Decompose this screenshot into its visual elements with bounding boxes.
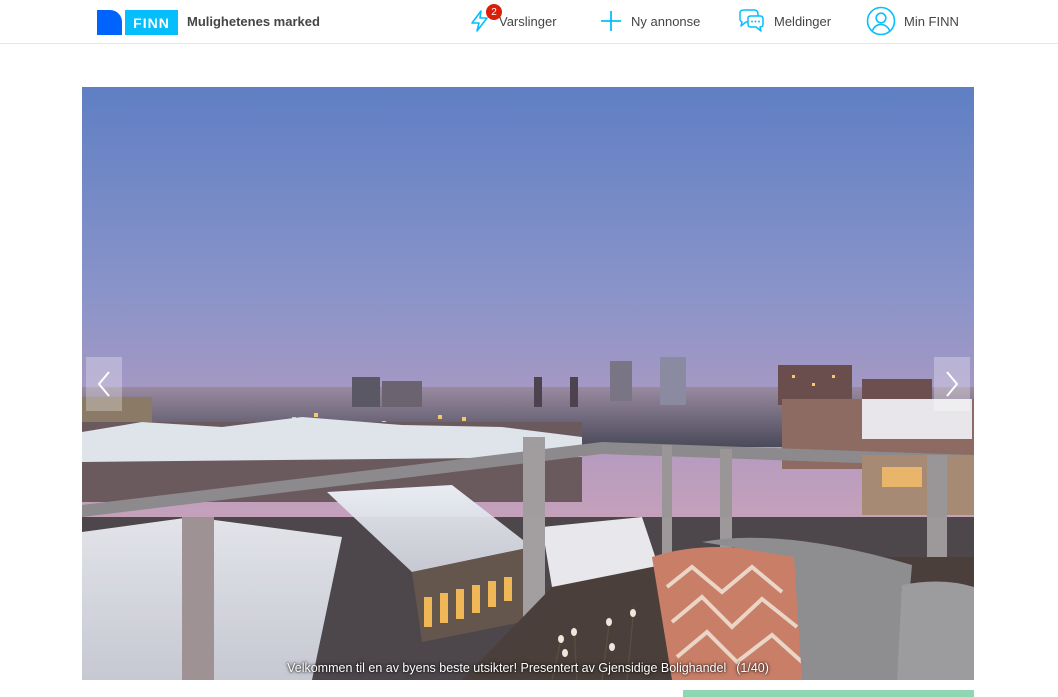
nav-account-label: Min FINN [904, 13, 959, 29]
nav-new-ad[interactable]: Ny annonse [599, 6, 700, 36]
contact-button-edge[interactable] [683, 690, 974, 697]
plus-icon [599, 9, 623, 33]
nav-messages[interactable]: Meldinger [736, 6, 831, 36]
image-counter: (1/40) [736, 661, 769, 675]
lightning-icon: 2 [469, 4, 502, 33]
nav-new-ad-label: Ny annonse [631, 13, 701, 29]
caption-text: Velkommen til en av byens beste utsikter… [287, 661, 727, 675]
listing-photo [82, 87, 974, 680]
chat-bubbles-icon [736, 8, 766, 34]
top-navigation-bar: FINN Mulighetenes marked 2 Varslinger Ny… [0, 0, 1058, 44]
chevron-right-icon [946, 371, 959, 397]
next-image-button[interactable] [934, 357, 970, 411]
logo-mark-icon [97, 10, 124, 35]
user-circle-icon [866, 6, 896, 36]
site-tagline: Mulighetenes marked [187, 14, 320, 29]
nav-account[interactable]: Min FINN [866, 6, 959, 36]
logo-text: FINN [125, 10, 178, 35]
notifications-badge: 2 [486, 4, 502, 20]
nav-messages-label: Meldinger [774, 13, 832, 29]
nav-notifications-label: Varslinger [499, 13, 557, 29]
nav-notifications[interactable]: 2 Varslinger [469, 4, 557, 36]
image-gallery[interactable]: Velkommen til en av byens beste utsikter… [82, 87, 974, 680]
chevron-left-icon [97, 371, 110, 397]
image-caption: Velkommen til en av byens beste utsikter… [82, 661, 974, 675]
finn-logo[interactable]: FINN [97, 10, 178, 35]
previous-image-button[interactable] [86, 357, 122, 411]
